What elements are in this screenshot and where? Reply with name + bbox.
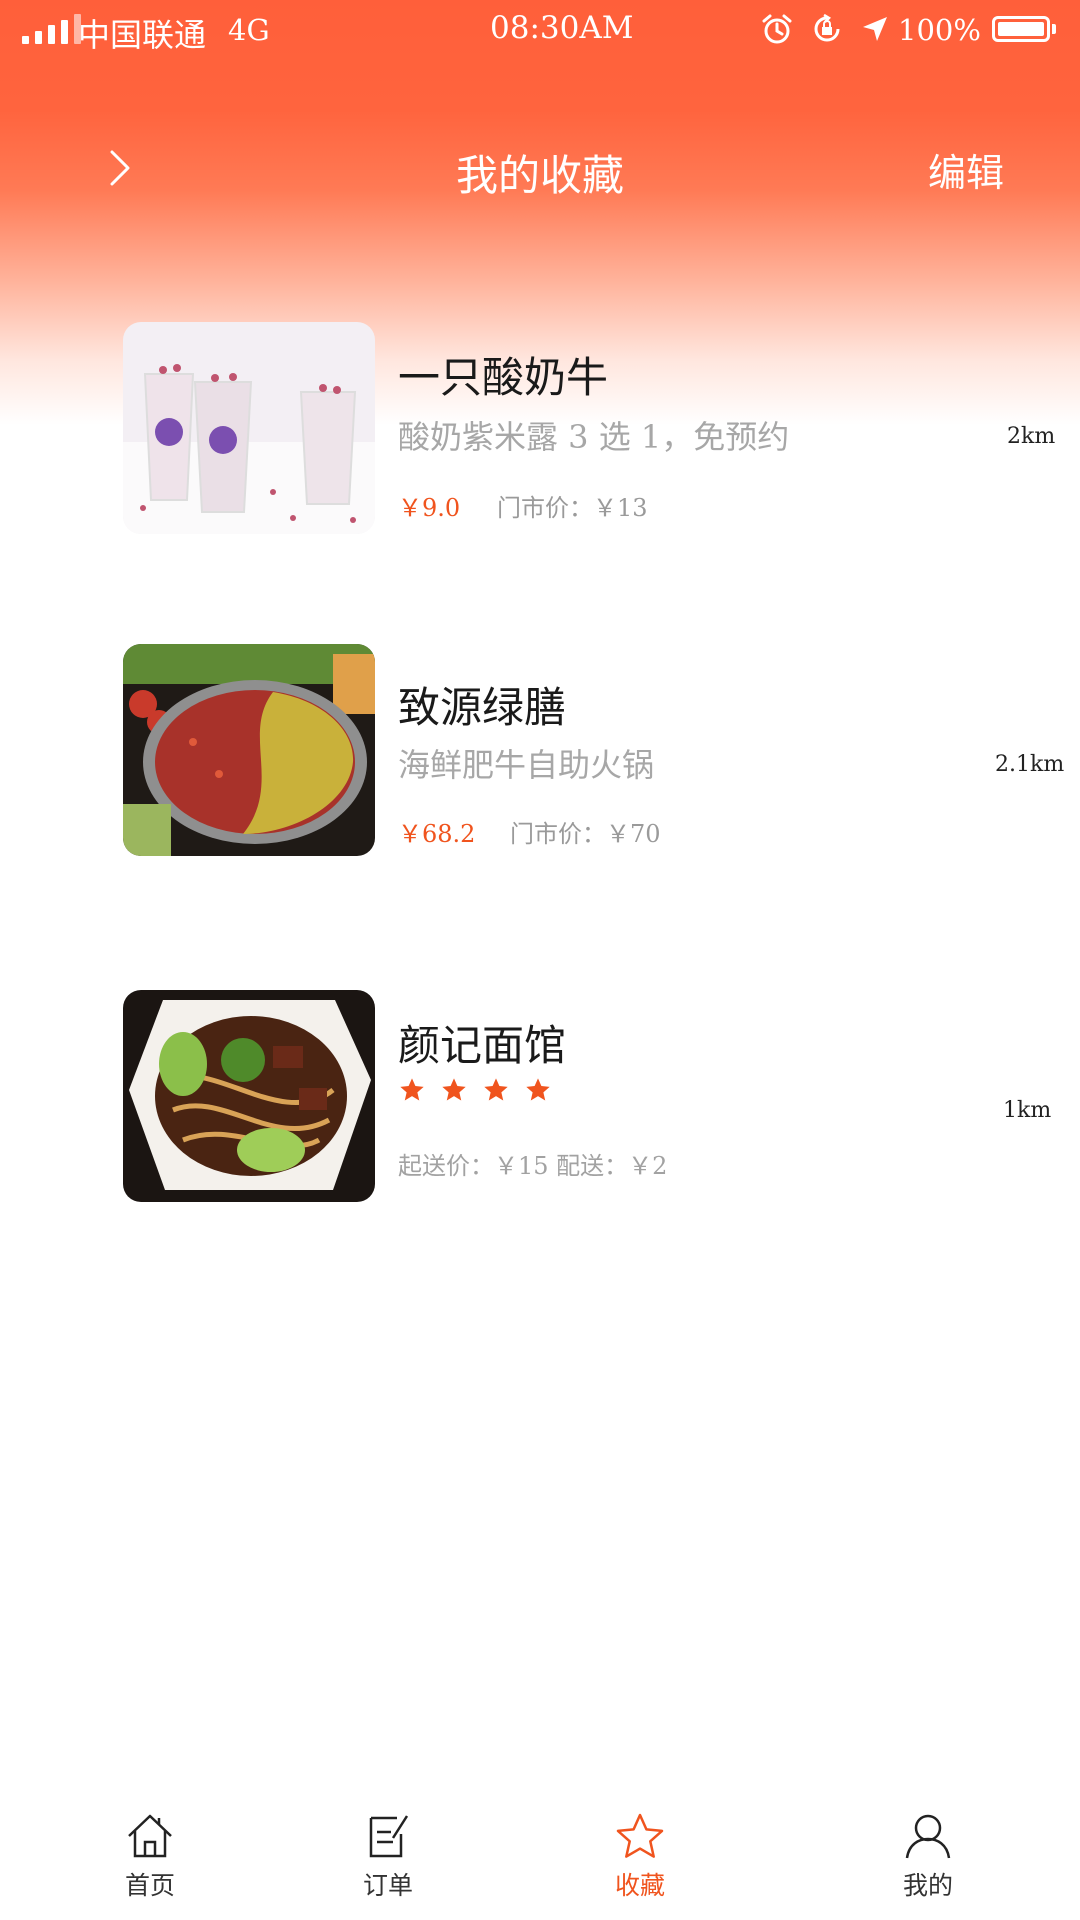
- original-price: 门市价：￥70: [510, 820, 661, 848]
- shop-name: 一只酸奶牛: [398, 353, 609, 402]
- original-price: 门市价：￥13: [497, 494, 648, 522]
- tab-favorites-label: 收藏: [614, 1871, 665, 1900]
- edit-button[interactable]: 编辑: [928, 142, 1004, 197]
- tab-favorites[interactable]: 收藏: [560, 1800, 720, 1920]
- deal-description: 海鲜肥牛自助火锅: [398, 746, 655, 784]
- order-icon: [369, 1815, 409, 1858]
- favorite-item[interactable]: 颜记面馆 起送价：￥15 配送：￥2 1km: [0, 990, 1080, 1205]
- tab-home[interactable]: 首页: [70, 1800, 230, 1920]
- battery-cap: [1052, 24, 1056, 34]
- star-filled-icon: [484, 1078, 508, 1101]
- star-icon: [616, 1813, 664, 1858]
- tab-home-label: 首页: [124, 1871, 175, 1900]
- shop-name: 致源绿膳: [398, 683, 567, 732]
- distance-label: 2km: [1007, 424, 1056, 449]
- star-filled-icon: [442, 1078, 466, 1101]
- battery-percent: 100%: [898, 13, 981, 47]
- hotpot-image: [123, 644, 375, 856]
- distance-label: 1km: [1003, 1098, 1052, 1123]
- deal-description: 酸奶紫米露 3 选 1，免预约: [398, 418, 790, 456]
- battery-icon: [992, 16, 1050, 42]
- status-time: 08:30AM: [490, 10, 634, 46]
- profile-icon: [905, 1814, 951, 1859]
- signal-icon: [22, 14, 81, 44]
- rating-stars: [398, 1076, 552, 1104]
- star-filled-icon: [526, 1078, 550, 1101]
- distance-label: 2.1km: [995, 752, 1065, 777]
- alarm-icon: [762, 14, 792, 44]
- back-chevron-icon[interactable]: [100, 148, 140, 188]
- delivery-fees: 起送价：￥15 配送：￥2: [398, 1152, 668, 1180]
- tab-profile-label: 我的: [902, 1871, 953, 1900]
- tab-profile[interactable]: 我的: [848, 1800, 1008, 1920]
- page-title: 我的收藏: [455, 151, 624, 200]
- favorite-item[interactable]: 一只酸奶牛 酸奶紫米露 3 选 1，免预约 ￥9.0 门市价：￥13 2km: [0, 322, 1080, 537]
- network-label: 4G: [228, 13, 270, 47]
- carrier-label: 中国联通: [78, 16, 207, 54]
- star-filled-icon: [400, 1078, 424, 1101]
- tab-orders-label: 订单: [362, 1871, 413, 1900]
- deal-price: ￥9.0: [398, 494, 461, 522]
- tab-orders[interactable]: 订单: [308, 1800, 468, 1920]
- location-icon: [863, 17, 887, 41]
- status-icons: [760, 12, 890, 46]
- deal-price: ￥68.2: [398, 820, 476, 848]
- tab-bar: 首页 订单 收藏 我的: [0, 1800, 1080, 1920]
- yogurt-drinks-image: [123, 322, 375, 534]
- home-icon: [128, 1814, 172, 1858]
- shop-name: 颜记面馆: [398, 1021, 567, 1070]
- noodle-bowl-image: [123, 990, 375, 1202]
- rotation-lock-icon: [814, 13, 840, 42]
- favorite-item[interactable]: 致源绿膳 海鲜肥牛自助火锅 ￥68.2 门市价：￥70 2.1km: [0, 644, 1080, 859]
- status-bar: 中国联通 4G 08:30AM 100%: [0, 0, 1080, 64]
